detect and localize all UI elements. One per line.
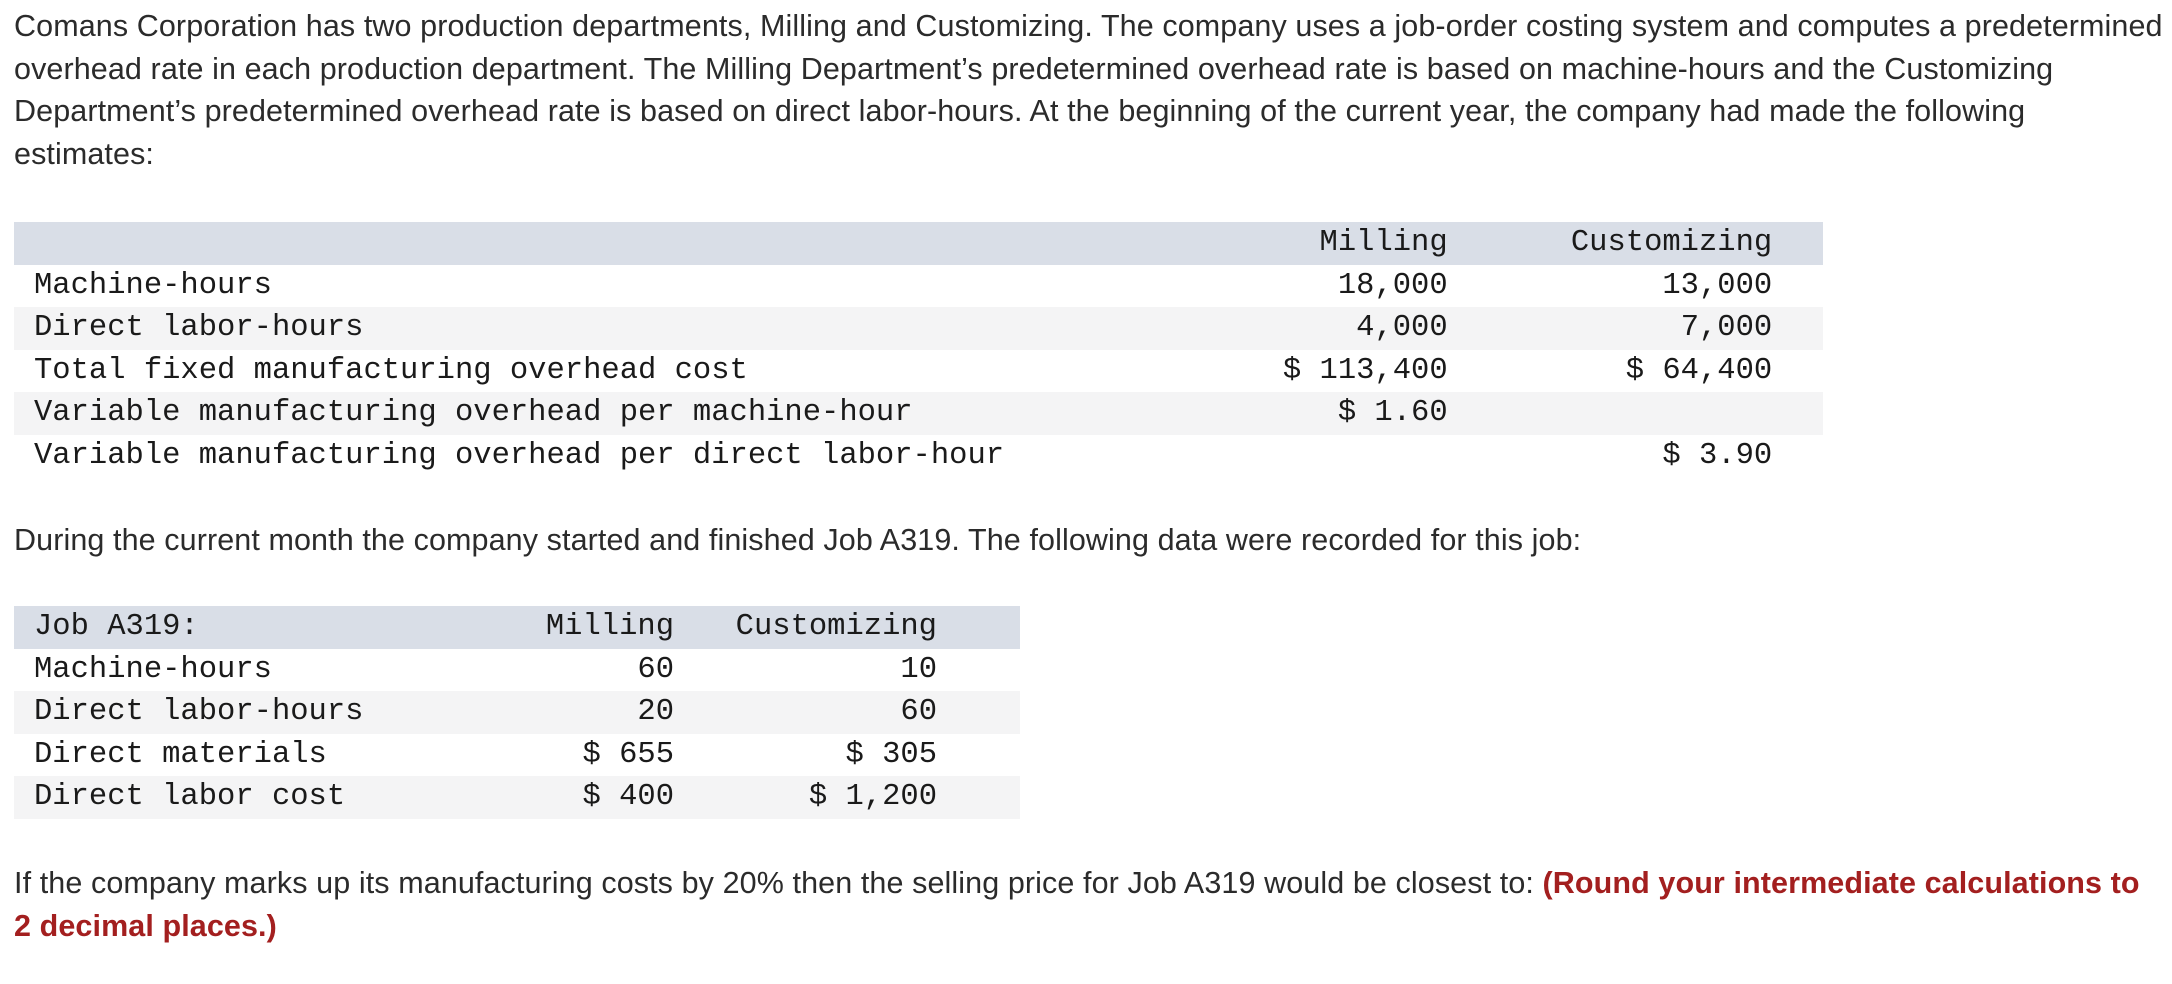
estimates-table: Milling Customizing Machine-hours 18,000… [14,222,1823,477]
row-label: Direct materials [34,737,327,772]
customizing-value: $ 1,200 [808,780,937,814]
row-label: Direct labor-hours [34,695,364,729]
customizing-value: 60 [900,695,937,729]
job-header-milling: Milling [545,610,674,644]
row-label: Variable manufacturing overhead per dire… [34,438,1005,473]
row-label: Variable manufacturing overhead per mach… [34,396,913,430]
estimates-row-machine-hours: Machine-hours 18,000 13,000 [14,264,1823,307]
customizing-value: 7,000 [1680,311,1773,345]
question-paragraph: If the company marks up its manufacturin… [14,862,2164,947]
question-text: If the company marks up its manufacturin… [14,866,1543,900]
row-label: Total fixed manufacturing overhead cost [34,353,748,388]
job-header-label: Job A319: [34,610,199,644]
job-a319-table: Job A319: Milling Customizing Machine-ho… [14,606,1020,819]
customizing-value: $ 64,400 [1625,353,1773,388]
row-label: Machine-hours [34,652,272,687]
job-row-machine-hours: Machine-hours 60 10 [14,648,1020,691]
customizing-value [1448,392,1773,435]
job-header-customizing: Customizing [735,610,937,644]
estimates-row-fixed-overhead: Total fixed manufacturing overhead cost … [14,349,1823,392]
milling-value: 18,000 [1337,268,1448,303]
job-header-row: Job A319: Milling Customizing [14,606,1020,649]
job-row-direct-materials: Direct materials $ 655 $ 305 [14,733,1020,776]
customizing-value: 10 [900,652,937,687]
during-paragraph: During the current month the company sta… [14,523,1582,557]
milling-value: 60 [637,652,674,687]
customizing-value: $ 3.90 [1662,438,1773,473]
job-row-direct-labor-cost: Direct labor cost $ 400 $ 1,200 [14,776,1020,819]
row-label: Machine-hours [34,268,272,303]
customizing-value: 13,000 [1662,268,1773,303]
estimates-header-customizing: Customizing [1570,226,1773,260]
row-label: Direct labor-hours [34,311,364,345]
milling-value: $ 655 [582,737,674,772]
estimates-header-label [14,222,1255,265]
estimates-row-variable-overhead-dlh: Variable manufacturing overhead per dire… [14,434,1823,478]
milling-value: $ 1.60 [1337,396,1448,430]
milling-value [1255,435,1448,478]
milling-value: 4,000 [1356,311,1448,345]
estimates-row-direct-labor-hours: Direct labor-hours 4,000 7,000 [14,307,1823,350]
milling-value: 20 [637,695,674,729]
job-row-direct-labor-hours: Direct labor-hours 20 60 [14,691,1020,734]
customizing-value: $ 305 [845,737,937,772]
estimates-header-milling: Milling [1319,226,1448,260]
estimates-row-variable-overhead-mh: Variable manufacturing overhead per mach… [14,392,1823,435]
milling-value: $ 400 [582,780,674,814]
row-label: Direct labor cost [34,780,346,814]
estimates-header-row: Milling Customizing [14,222,1823,265]
estimates-header-pad [1772,222,1823,265]
milling-value: $ 113,400 [1282,353,1448,388]
intro-paragraph: Comans Corporation has two production de… [14,9,2163,171]
